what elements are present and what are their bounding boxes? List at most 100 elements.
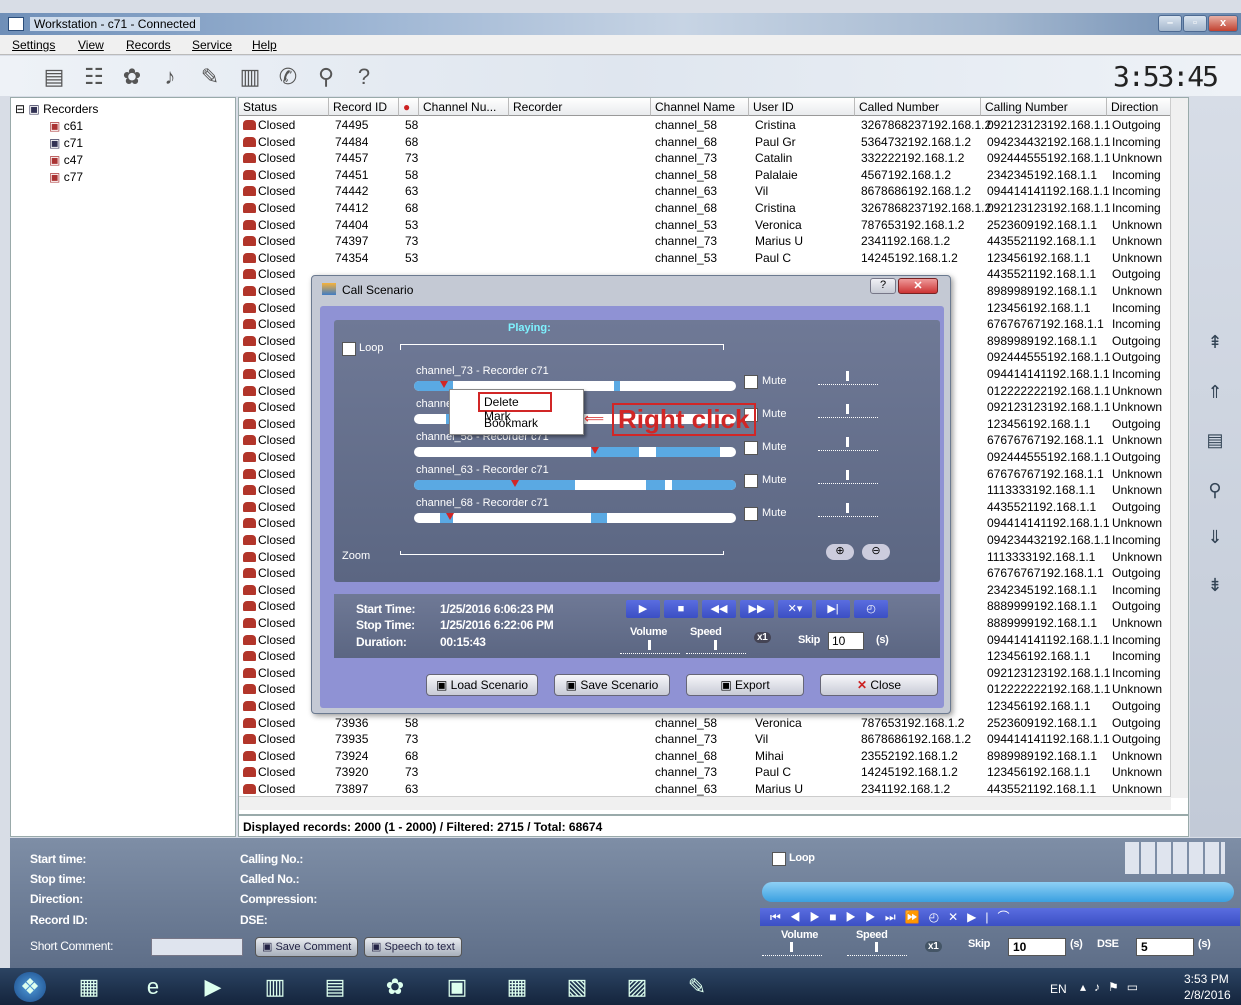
app-icon-1[interactable]: ▥ — [258, 972, 292, 1002]
menu-service[interactable]: Service — [192, 38, 232, 52]
col-recorder[interactable]: Recorder — [509, 98, 651, 116]
forward-icon[interactable]: ▶▶ — [740, 600, 774, 618]
tree-root[interactable]: ⊟ ▣ Recorders — [15, 102, 98, 116]
help-icon[interactable]: ? — [350, 63, 378, 91]
export-button[interactable]: ▣ Export — [686, 674, 804, 696]
tree-item-c71[interactable]: ▣ c71 — [49, 136, 83, 150]
table-row[interactable]: Closed 74451 58 channel_58 Palalaie 4567192.1… — [239, 167, 1188, 184]
table-row[interactable]: Closed 74412 68 channel_68 Cristina 326786823… — [239, 200, 1188, 217]
search-record-icon[interactable]: ⚲ — [1200, 480, 1230, 502]
dialog-help-button[interactable]: ? — [870, 278, 896, 294]
phone-icon[interactable]: ✆ — [274, 63, 302, 91]
mute-checkbox[interactable] — [744, 375, 758, 389]
col-channel-name[interactable]: Channel Name — [651, 98, 749, 116]
mute-checkbox[interactable] — [744, 441, 758, 455]
tree-item-c47[interactable]: ▣ c47 — [49, 153, 83, 167]
bookmark-item[interactable]: Bookmark — [484, 416, 538, 430]
table-row[interactable]: Closed 74354 53 channel_53 Paul C 14245192.16… — [239, 250, 1188, 267]
table-row[interactable]: Closed 74442 63 channel_63 Vil 8678686192.168… — [239, 183, 1188, 200]
app-icon-2[interactable]: ▤ — [318, 972, 352, 1002]
move-up-icon[interactable]: ⇑ — [1200, 382, 1230, 404]
zoom-bar[interactable] — [400, 551, 724, 555]
dialog-skip-input[interactable]: 10 — [828, 632, 864, 650]
col-record-id[interactable]: Record ID — [329, 98, 399, 116]
signal-icon[interactable]: ♪ — [156, 63, 184, 91]
filter-icon[interactable]: ✿ — [118, 63, 146, 91]
mute-checkbox[interactable] — [744, 474, 758, 488]
col-calling-number[interactable]: Calling Number — [981, 98, 1107, 116]
dialog-speed-slider[interactable] — [686, 640, 746, 654]
app-icon-5[interactable]: ▦ — [500, 972, 534, 1002]
col-direction[interactable]: Direction — [1107, 98, 1171, 116]
recorder-icon[interactable]: ▤ — [40, 63, 68, 91]
minimize-button[interactable]: – — [1158, 15, 1182, 32]
search-icon[interactable]: ⚲ — [312, 63, 340, 91]
menu-settings[interactable]: Settings — [12, 38, 55, 52]
move-down-icon[interactable]: ⇓ — [1200, 527, 1230, 549]
skip-input[interactable]: 10 — [1008, 938, 1066, 956]
playback-progress[interactable] — [762, 882, 1234, 902]
tree-item-c61[interactable]: ▣ c61 — [49, 119, 83, 133]
table-row[interactable]: Closed 73920 73 channel_73 Paul C 14245192.16… — [239, 764, 1188, 781]
track-volume-slider[interactable] — [818, 503, 878, 517]
vertical-scrollbar[interactable] — [1170, 98, 1188, 798]
loop-checkbox-dialog[interactable] — [342, 342, 356, 356]
table-row[interactable]: Closed 74457 73 channel_73 Catalin 332222192.… — [239, 150, 1188, 167]
horizontal-scrollbar[interactable] — [239, 796, 1171, 810]
zoom-out-icon[interactable]: ⊖ — [862, 544, 890, 560]
stop-icon[interactable]: ■ — [664, 600, 698, 618]
loop-checkbox[interactable] — [772, 852, 786, 866]
mark-icon[interactable]: ✕▾ — [778, 600, 812, 618]
start-icon[interactable]: ❖ — [14, 972, 46, 1002]
load-scenario-button[interactable]: ▣ Load Scenario — [426, 674, 538, 696]
table-row[interactable]: Closed 74397 73 channel_73 Marius U 2341192.1… — [239, 233, 1188, 250]
tools-icon[interactable]: ✎ — [196, 63, 224, 91]
dse-input[interactable]: 5 — [1136, 938, 1194, 956]
mark-icon[interactable] — [591, 447, 600, 454]
table-row[interactable]: Closed 73935 73 channel_73 Vil 8678686192.168… — [239, 731, 1188, 748]
explorer-icon[interactable]: ▦ — [72, 972, 106, 1002]
maximize-button[interactable]: ▫ — [1183, 15, 1207, 32]
track-bar[interactable] — [414, 513, 736, 523]
table-row[interactable]: Closed 73936 58 channel_58 Veronica 787653192… — [239, 715, 1188, 732]
rewind-icon[interactable]: ◀◀ — [702, 600, 736, 618]
table-row[interactable]: Closed 74484 68 channel_68 Paul Gr 5364732192… — [239, 134, 1188, 151]
track-volume-slider[interactable] — [818, 404, 878, 418]
close-button[interactable]: x — [1208, 15, 1238, 32]
track-volume-slider[interactable] — [818, 437, 878, 451]
col-called-number[interactable]: Called Number — [855, 98, 981, 116]
save-comment-button[interactable]: ▣ Save Comment — [255, 937, 359, 957]
media-icon[interactable]: ▶ — [196, 972, 230, 1002]
col-channel-number[interactable]: Channel Nu... — [419, 98, 509, 116]
mark-icon[interactable] — [439, 381, 448, 388]
dialog-close-x[interactable]: ✕ — [898, 278, 938, 294]
app-icon-6[interactable]: ▧ — [560, 972, 594, 1002]
close-dialog-button[interactable]: ✕ Close — [820, 674, 938, 696]
move-bottom-icon[interactable]: ⇟ — [1200, 575, 1230, 597]
rec-list-icon[interactable]: ☷ — [80, 63, 108, 91]
col-user-id[interactable]: User ID — [749, 98, 855, 116]
play-icon[interactable]: ▶ — [626, 600, 660, 618]
track-volume-slider[interactable] — [818, 470, 878, 484]
app-icon-8[interactable]: ✎ — [680, 972, 714, 1002]
timer-icon[interactable]: ◴ — [854, 600, 888, 618]
delete-mark-item[interactable]: Delete Mark — [478, 392, 552, 423]
volume-slider[interactable] — [762, 942, 822, 956]
mark-icon[interactable] — [446, 513, 455, 520]
next-mark-icon[interactable]: ▶| — [816, 600, 850, 618]
track-bar[interactable] — [414, 480, 736, 490]
menu-view[interactable]: View — [78, 38, 104, 52]
menu-help[interactable]: Help — [252, 38, 277, 52]
tree-item-c77[interactable]: ▣ c77 — [49, 170, 83, 184]
mark-icon[interactable] — [510, 480, 519, 487]
app-icon-4[interactable]: ▣ — [440, 972, 474, 1002]
table-row[interactable]: Closed 73924 68 channel_68 Mihai 23552192.168… — [239, 748, 1188, 765]
book-icon[interactable]: ▥ — [236, 63, 264, 91]
speech-to-text-button[interactable]: ▣ Speech to text — [364, 937, 462, 957]
dialog-volume-slider[interactable] — [620, 640, 680, 654]
col-status[interactable]: Status — [239, 98, 329, 116]
menu-records[interactable]: Records — [126, 38, 171, 52]
col-marker[interactable]: ● — [399, 98, 419, 116]
track-volume-slider[interactable] — [818, 371, 878, 385]
mute-checkbox[interactable] — [744, 507, 758, 521]
